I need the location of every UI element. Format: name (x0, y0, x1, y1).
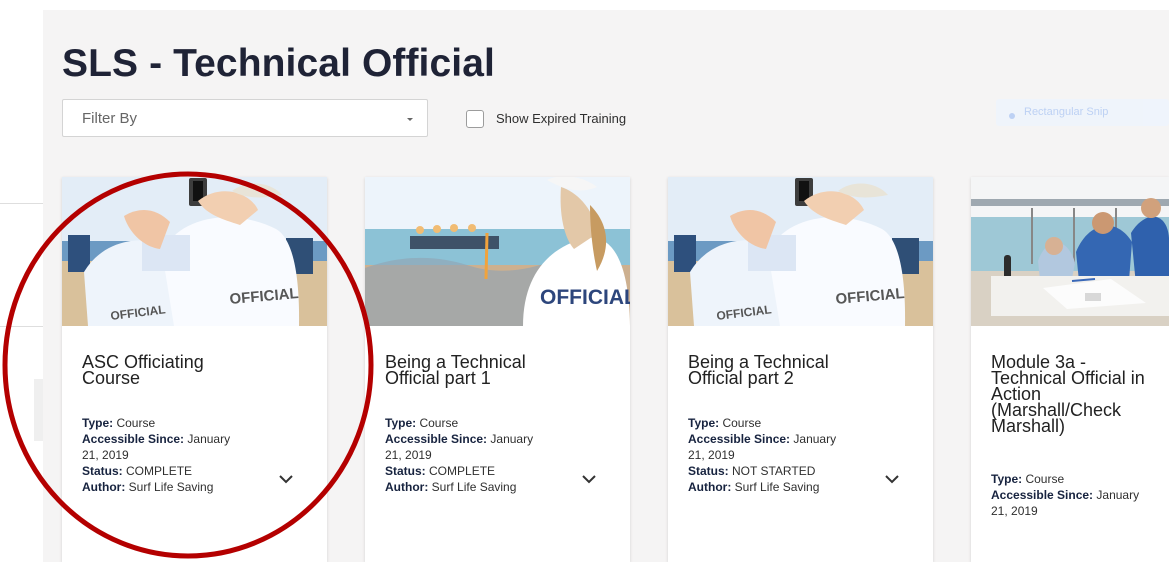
official-photo-image: OFFICIAL OFFICIAL (668, 177, 933, 326)
rectangular-snip-button[interactable]: Rectangular Snip (996, 99, 1169, 126)
card-status: Status: NOT STARTED (688, 463, 908, 479)
status-value: COMPLETE (126, 464, 193, 478)
official-photo-image: OFFICIAL OFFICIAL (62, 177, 327, 326)
card-title[interactable]: Being a Technical Official part 1 (385, 353, 605, 387)
card-accessible-since: Accessible Since: January 21, 2019 (82, 431, 302, 463)
chevron-down-icon (885, 475, 899, 484)
rectangular-snip-label: Rectangular Snip (1024, 106, 1109, 118)
type-value: Course (419, 416, 459, 430)
training-card-being-a-technical-official-part-1[interactable]: OFFICIAL Being a Technical Official part… (365, 177, 630, 562)
card-author: Author: Surf Life Saving (82, 479, 302, 495)
card-accessible-since: Accessible Since: January 21, 2019 (991, 487, 1167, 519)
chevron-down-icon (279, 475, 293, 484)
card-type: Type: Course (385, 415, 605, 431)
screen: SLS - Technical Official Filter By Show … (0, 0, 1169, 562)
accessible-since-label: Accessible Since: (991, 488, 1094, 502)
author-value: Surf Life Saving (128, 480, 214, 494)
type-label: Type: (991, 472, 1023, 486)
training-card-asc-officiating-course[interactable]: OFFICIAL OFFICIAL ASC Officiating Course… (62, 177, 327, 562)
status-label: Status: (82, 464, 123, 478)
type-label: Type: (82, 416, 114, 430)
beach-official-image: OFFICIAL (365, 177, 630, 326)
status-label: Status: (385, 464, 426, 478)
author-value: Surf Life Saving (431, 480, 517, 494)
rail-divider (0, 326, 43, 327)
page-title: SLS - Technical Official (62, 42, 495, 85)
card-type: Type: Course (82, 415, 302, 431)
training-workspace: SLS - Technical Official Filter By Show … (43, 10, 1169, 562)
accessible-since-label: Accessible Since: (688, 432, 791, 446)
type-value: Course (1025, 472, 1065, 486)
show-expired-label: Show Expired Training (496, 111, 627, 126)
type-value: Course (116, 416, 156, 430)
accessible-since-label: Accessible Since: (385, 432, 488, 446)
accessible-since-label: Accessible Since: (82, 432, 185, 446)
card-status: Status: COMPLETE (385, 463, 605, 479)
filter-label: Filter By (82, 110, 138, 127)
card-type: Type: Course (688, 415, 908, 431)
type-value: Course (722, 416, 762, 430)
card-author: Author: Surf Life Saving (385, 479, 605, 495)
card-author: Author: Surf Life Saving (688, 479, 908, 495)
author-label: Author: (82, 480, 126, 494)
expand-card-button[interactable] (277, 472, 295, 486)
rail-divider (0, 203, 43, 204)
status-value: NOT STARTED (732, 464, 816, 478)
filter-select[interactable]: Filter By (62, 99, 428, 137)
control-room-image (971, 177, 1169, 326)
author-label: Author: (688, 480, 732, 494)
expand-card-button[interactable] (580, 472, 598, 486)
chevron-down-icon (405, 111, 415, 121)
author-label: Author: (385, 480, 429, 494)
type-label: Type: (385, 416, 417, 430)
training-card-being-a-technical-official-part-2[interactable]: OFFICIAL OFFICIAL Being a Technical Offi… (668, 177, 933, 562)
status-value: COMPLETE (429, 464, 496, 478)
type-label: Type: (688, 416, 720, 430)
card-title[interactable]: ASC Officiating Course (82, 353, 302, 387)
author-value: Surf Life Saving (734, 480, 820, 494)
show-expired-checkbox[interactable] (466, 110, 484, 128)
expand-card-button[interactable] (883, 472, 901, 486)
card-accessible-since: Accessible Since: January 21, 2019 (385, 431, 605, 463)
card-accessible-since: Accessible Since: January 21, 2019 (688, 431, 908, 463)
left-rail (0, 0, 44, 562)
status-label: Status: (688, 464, 729, 478)
card-title[interactable]: Being a Technical Official part 2 (688, 353, 908, 387)
card-title[interactable]: Module 3a - Technical Official in Action… (991, 353, 1167, 435)
snip-icon (1008, 107, 1016, 119)
chevron-down-icon (582, 475, 596, 484)
svg-text:OFFICIAL: OFFICIAL (540, 286, 630, 309)
card-type: Type: Course (991, 471, 1167, 487)
card-status: Status: COMPLETE (82, 463, 302, 479)
training-card-module-3a-technical-official-in-action[interactable]: Module 3a - Technical Official in Action… (971, 177, 1169, 562)
